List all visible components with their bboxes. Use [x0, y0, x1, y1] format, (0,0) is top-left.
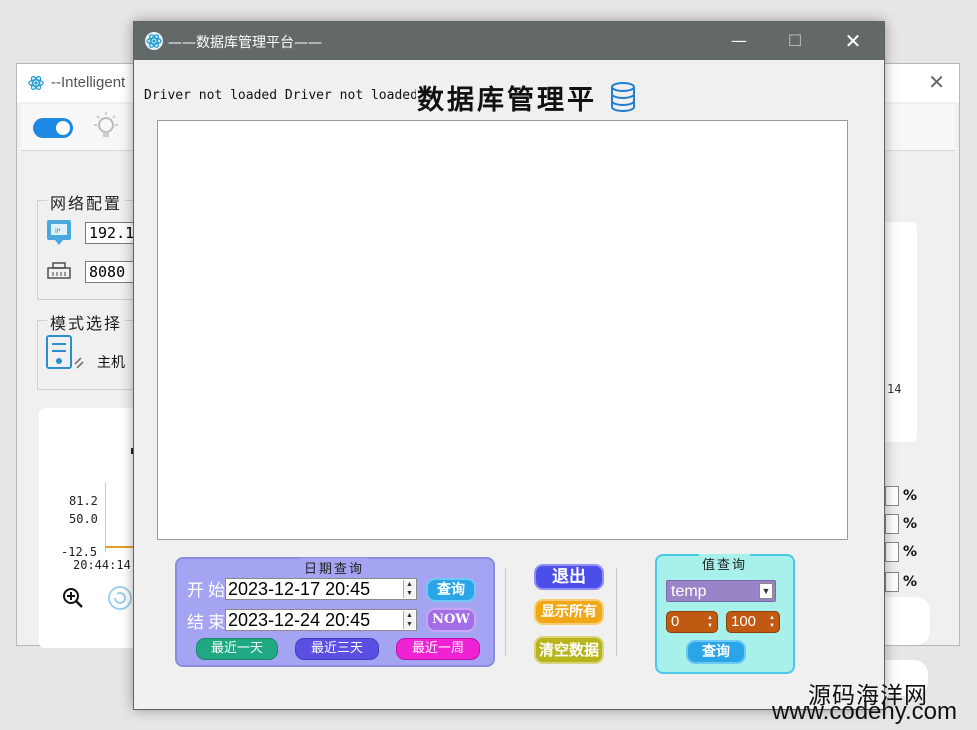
main-titlebar[interactable]: ——数据库管理平台—— — ☐ ✕	[134, 22, 884, 60]
last-three-days-button-label: 最近三天	[310, 641, 363, 656]
end-datetime-value: 2023-12-24 20:45	[228, 610, 371, 630]
atom-logo-icon	[145, 32, 163, 50]
pct-input[interactable]	[885, 486, 899, 506]
pct-input[interactable]	[885, 572, 899, 592]
network-config-label: 网络配置	[47, 190, 126, 214]
page-heading: 数据库管理平	[417, 85, 597, 116]
spinner-icon[interactable]: ▲ ▼	[403, 580, 415, 598]
start-datetime-value: 2023-12-17 20:45	[228, 579, 371, 599]
clear-data-button-label: 清空数据	[538, 641, 599, 659]
chart-axis-line	[105, 482, 106, 552]
atom-logo-icon	[28, 75, 44, 91]
main-window-title: ——数据库管理平台——	[168, 35, 322, 51]
mode-select-label: 模式选择	[47, 310, 126, 334]
exit-button[interactable]: 退出	[534, 564, 604, 590]
pct-input[interactable]	[885, 514, 899, 534]
spinner-icon[interactable]: ▲ ▼	[705, 614, 715, 630]
end-label: 结束	[187, 613, 229, 633]
spinner-icon[interactable]: ▲ ▼	[767, 614, 777, 630]
pct-label: %	[903, 544, 918, 560]
chevron-down-icon[interactable]: ▼	[759, 583, 773, 599]
zoom-in-icon[interactable]	[61, 586, 85, 610]
pct-label: %	[903, 488, 918, 504]
y-tick-label: 81.2	[69, 494, 98, 508]
ip-icon: IP	[47, 220, 71, 245]
max-value-spinbox[interactable]: 100 ▲ ▼	[726, 611, 780, 633]
database-icon	[611, 82, 635, 112]
show-all-button[interactable]: 显示所有	[534, 599, 604, 625]
exit-button-label: 退出	[552, 567, 586, 587]
y-tick-label: 50.0	[69, 512, 98, 526]
value-query-button-label: 查询	[702, 644, 730, 660]
bg-right-value: 14	[887, 382, 902, 396]
driver-status-label: Driver not loaded Driver not loaded	[144, 88, 416, 103]
bg-right-panel: 14	[881, 222, 917, 442]
max-value: 100	[731, 613, 757, 630]
toggle-knob	[56, 121, 70, 135]
date-query-button-label: 查询	[437, 582, 465, 598]
divider	[616, 568, 617, 656]
ethernet-port-icon	[47, 262, 71, 279]
start-label: 开始	[187, 581, 229, 601]
bg-window-title: --Intelligent	[51, 74, 126, 91]
last-week-button-label: 最近一周	[411, 641, 464, 656]
last-day-button[interactable]: 最近一天	[196, 638, 278, 660]
now-button-label: NOW	[432, 612, 470, 627]
last-three-days-button[interactable]: 最近三天	[295, 638, 379, 660]
end-datetime-input[interactable]: 2023-12-24 20:45 ▲ ▼	[225, 609, 417, 631]
minimize-icon[interactable]: —	[724, 26, 754, 56]
connect-toggle[interactable]	[33, 118, 73, 138]
min-value-spinbox[interactable]: 0 ▲ ▼	[666, 611, 718, 633]
lightbulb-icon[interactable]	[89, 110, 123, 144]
y-tick-label: -12.5	[61, 545, 98, 559]
show-all-button-label: 显示所有	[541, 604, 597, 620]
pct-label: %	[903, 574, 918, 590]
value-query-legend: 值查询	[699, 554, 751, 573]
start-datetime-input[interactable]: 2023-12-17 20:45 ▲ ▼	[225, 578, 417, 600]
database-platform-window: ——数据库管理平台—— — ☐ ✕ Driver not loaded Driv…	[133, 21, 885, 710]
last-week-button[interactable]: 最近一周	[396, 638, 480, 660]
date-query-button[interactable]: 查询	[426, 578, 476, 602]
maximize-icon[interactable]: ☐	[780, 26, 810, 56]
driver-status-text: Driver not loaded Driver not loaded	[144, 88, 416, 103]
server-link-icon	[46, 335, 84, 369]
value-query-button[interactable]: 查询	[686, 640, 746, 664]
pct-input[interactable]	[885, 542, 899, 562]
pct-label: %	[903, 516, 918, 532]
mode-host-label: 主机	[97, 355, 125, 371]
field-select-value: temp	[671, 583, 707, 600]
now-button[interactable]: NOW	[426, 608, 476, 632]
min-value: 0	[671, 613, 680, 630]
field-select[interactable]: temp ▼	[666, 580, 776, 602]
svg-text:IP: IP	[55, 228, 61, 235]
clear-data-button[interactable]: 清空数据	[534, 636, 604, 664]
value-query-group: 值查询 temp ▼ 0 ▲ ▼ 100 ▲ ▼ 查询	[655, 554, 795, 674]
divider	[505, 568, 506, 656]
close-icon[interactable]: ✕	[838, 26, 868, 56]
spinner-icon[interactable]: ▲ ▼	[403, 611, 415, 629]
results-text-area[interactable]	[157, 120, 848, 540]
date-query-group: 日期查询 开始 2023-12-17 20:45 ▲ ▼ 查询 结束 2023-1…	[175, 557, 495, 667]
refresh-icon[interactable]	[107, 585, 133, 611]
bg-close-icon[interactable]: ✕	[928, 70, 945, 94]
watermark-url: www.codehy.com	[772, 698, 957, 725]
last-day-button-label: 最近一天	[210, 641, 263, 656]
date-query-legend: 日期查询	[301, 558, 368, 577]
